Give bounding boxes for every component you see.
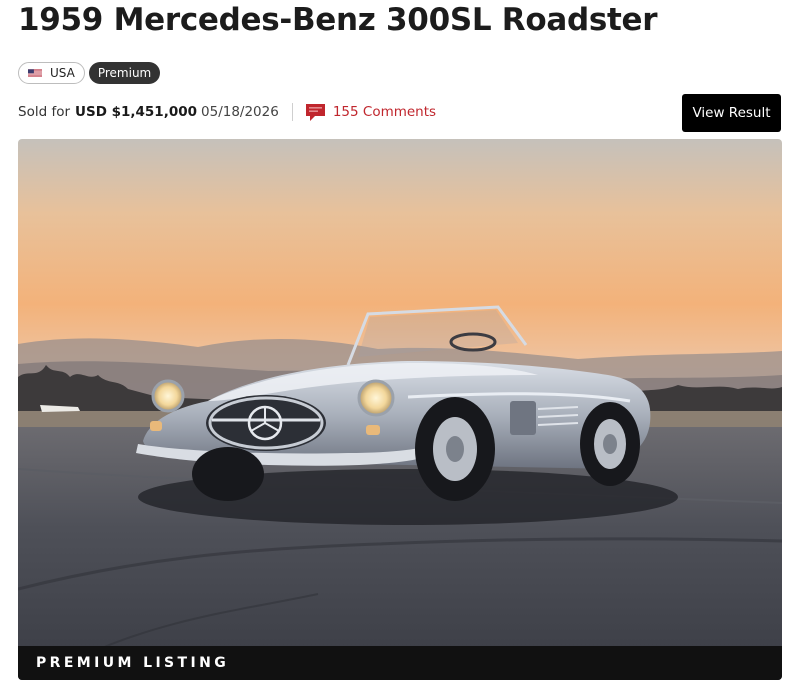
listing-page: 1959 Mercedes-Benz 300SL Roadster USA Pr…	[0, 0, 800, 700]
page-title: 1959 Mercedes-Benz 300SL Roadster	[18, 2, 658, 38]
us-flag-icon	[28, 69, 42, 77]
sale-info: Sold for USD $1,451,000 05/18/2026 155 C…	[18, 102, 436, 122]
premium-badge: Premium	[88, 62, 161, 84]
speech-bubble-icon	[305, 103, 325, 121]
comments-count[interactable]: 155 Comments	[333, 104, 436, 120]
sold-for-label: Sold for	[18, 104, 71, 120]
sold-date: 05/18/2026	[201, 104, 279, 120]
car-photo-image	[18, 139, 782, 680]
view-result-button[interactable]: View Result	[682, 94, 781, 132]
comments-link[interactable]: 155 Comments	[305, 103, 436, 121]
premium-listing-banner: PREMIUM LISTING	[18, 646, 782, 680]
country-badge: USA	[18, 62, 85, 84]
badge-row: USA Premium	[18, 62, 161, 84]
country-label: USA	[50, 66, 75, 80]
divider	[291, 103, 293, 121]
listing-photo[interactable]: PREMIUM LISTING	[18, 139, 782, 680]
sold-price: USD $1,451,000	[75, 104, 198, 120]
